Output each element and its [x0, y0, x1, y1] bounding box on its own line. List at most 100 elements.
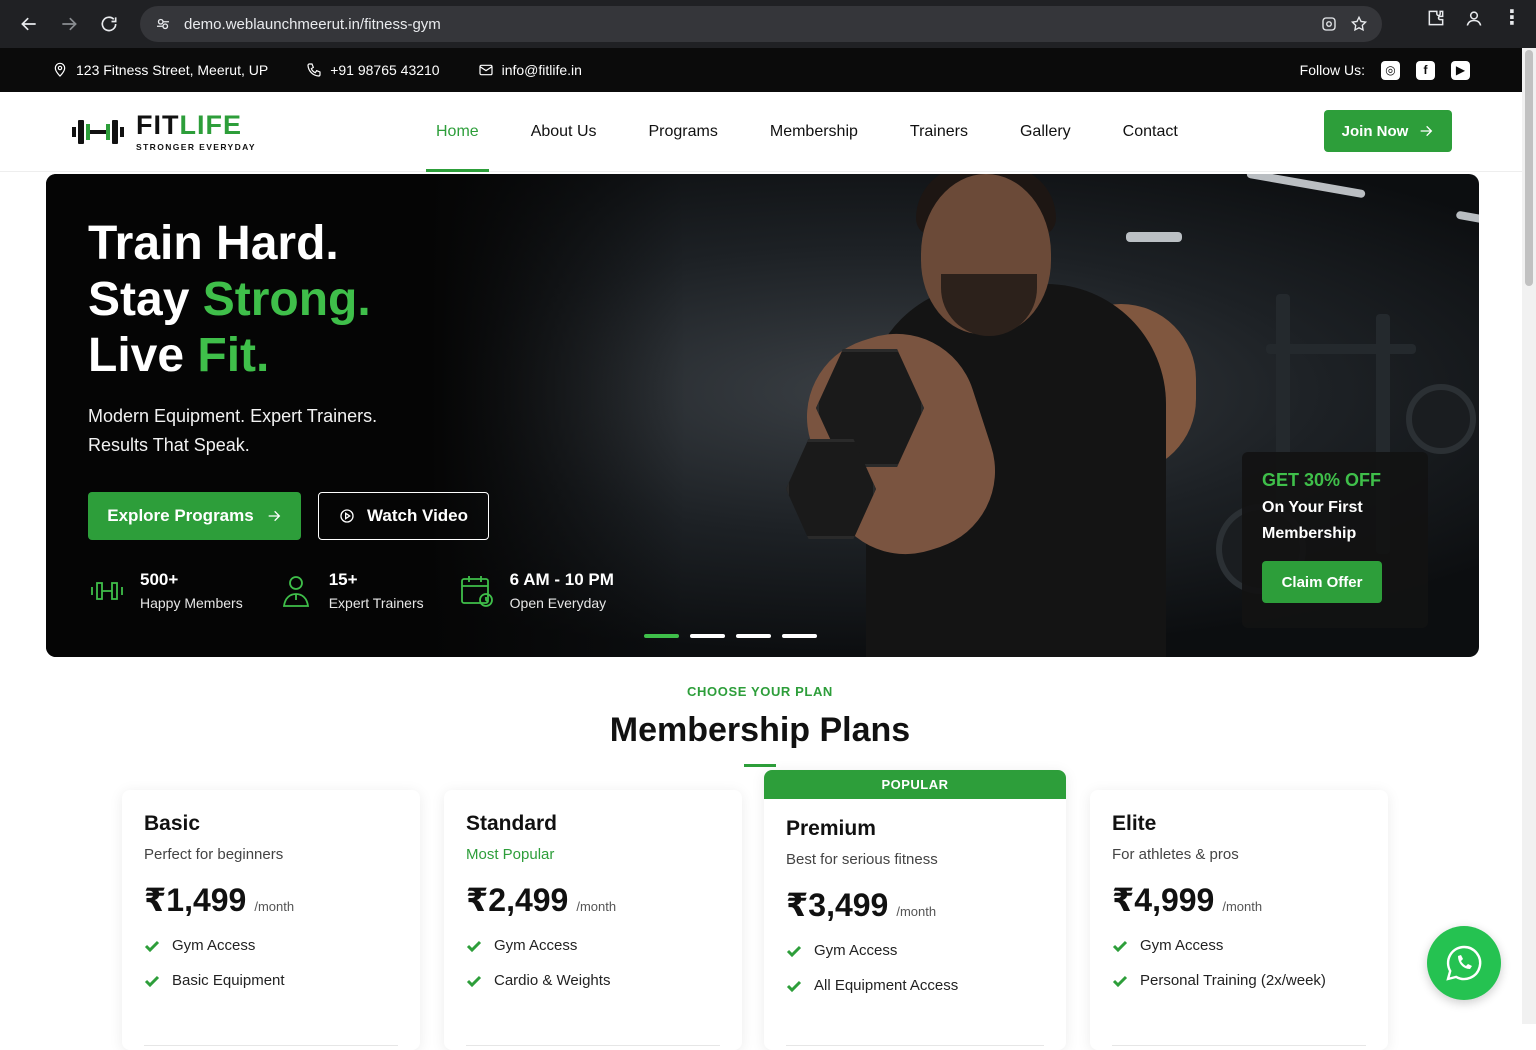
nav-about-us[interactable]: About Us	[521, 92, 607, 172]
nav-programs[interactable]: Programs	[639, 92, 728, 172]
email-text: info@fitlife.in	[501, 62, 582, 78]
phone-text: +91 98765 43210	[330, 62, 440, 78]
top-info-bar: 123 Fitness Street, Meerut, UP +91 98765…	[0, 48, 1536, 92]
offer-title: GET 30% OFF	[1262, 470, 1382, 490]
youtube-icon[interactable]: ▶	[1451, 60, 1470, 80]
feature-text: Gym Access	[172, 937, 256, 954]
logo-tagline: STRONGER EVERYDAY	[136, 141, 256, 152]
bookmark-star-icon[interactable]	[1350, 15, 1368, 33]
nav-membership[interactable]: Membership	[760, 92, 868, 172]
nav-trainers[interactable]: Trainers	[900, 92, 978, 172]
headline-line-3b: Fit.	[197, 329, 270, 382]
weight-plate	[1406, 384, 1476, 454]
site-info-icon	[157, 18, 169, 30]
slider-dot-1[interactable]	[644, 634, 679, 638]
location-pin-icon	[54, 62, 66, 77]
feature-text: Gym Access	[814, 942, 898, 959]
whatsapp-button[interactable]	[1427, 926, 1501, 1000]
join-now-button[interactable]: Join Now	[1324, 110, 1452, 152]
stat-number: 500+	[140, 570, 179, 589]
plan-card-premium[interactable]: POPULAR Premium Best for serious fitness…	[764, 770, 1066, 1050]
title-underline	[744, 764, 776, 767]
stat-label: Expert Trainers	[328, 595, 424, 611]
feature-text: Personal Training (2x/week)	[1140, 972, 1326, 989]
arrow-right-icon	[1420, 125, 1433, 137]
stat-hours: 6 AM - 10 PM Open Everyday	[458, 570, 614, 611]
phone-info[interactable]: +91 98765 43210	[306, 62, 440, 78]
reload-button[interactable]	[94, 9, 124, 39]
explore-programs-button[interactable]: Explore Programs	[88, 492, 301, 540]
check-icon	[1112, 975, 1128, 987]
plan-name: Standard	[466, 812, 558, 835]
browser-toolbar: demo.weblaunchmeerut.in/fitness-gym ⋮	[0, 0, 1536, 48]
address-text: 123 Fitness Street, Meerut, UP	[76, 62, 269, 78]
email-info[interactable]: info@fitlife.in	[478, 62, 582, 78]
profile-icon[interactable]	[1464, 8, 1484, 28]
hero-banner: Train Hard. Stay Strong. Live Fit. Moder…	[46, 174, 1479, 657]
extensions-icon[interactable]	[1426, 8, 1446, 28]
stat-number: 15+	[328, 570, 358, 589]
subline-2: Results That Speak.	[88, 435, 250, 455]
plan-feature: Personal Training (2x/week)	[1112, 972, 1366, 989]
stat-number: 6 AM - 10 PM	[509, 570, 614, 589]
browser-menu-icon[interactable]: ⋮	[1502, 8, 1522, 28]
plan-period: /month	[254, 899, 295, 914]
plan-period: /month	[896, 904, 937, 919]
trainer-icon	[282, 575, 309, 607]
slider-dot-4[interactable]	[782, 634, 817, 638]
plan-period: /month	[1222, 899, 1263, 914]
plans-title: Membership Plans	[609, 711, 911, 749]
address-bar[interactable]: demo.weblaunchmeerut.in/fitness-gym	[140, 6, 1382, 42]
calendar-clock-icon	[460, 575, 493, 607]
watch-video-label: Watch Video	[366, 506, 469, 525]
nav-home[interactable]: Home	[426, 92, 489, 172]
plan-card-basic[interactable]: Basic Perfect for beginners ₹1,499/month…	[122, 790, 420, 1050]
join-now-label: Join Now	[1341, 122, 1409, 140]
back-button[interactable]	[14, 9, 44, 39]
follow-label: Follow Us:	[1299, 62, 1365, 78]
plan-card-elite[interactable]: Elite For athletes & pros ₹4,999/month G…	[1090, 790, 1388, 1050]
social-links: ◎ f ▶	[1381, 60, 1470, 80]
logo[interactable]: FITLIFE STRONGER EVERYDAY	[70, 109, 256, 152]
explore-programs-label: Explore Programs	[107, 506, 254, 525]
claim-offer-button[interactable]: Claim Offer	[1262, 561, 1382, 603]
play-circle-icon	[340, 509, 354, 523]
plans-eyebrow: CHOOSE YOUR PLAN	[687, 684, 833, 699]
forward-button[interactable]	[54, 9, 84, 39]
hero-subline: Modern Equipment. Expert Trainers. Resul…	[88, 402, 614, 460]
plan-price: ₹1,499	[144, 882, 247, 918]
lens-icon[interactable]	[1320, 15, 1338, 33]
whatsapp-icon	[1446, 945, 1482, 981]
check-icon	[466, 940, 482, 952]
headline-line-1: Train Hard.	[88, 217, 339, 270]
gym-rack	[1266, 344, 1416, 354]
plan-card-standard[interactable]: Standard Most Popular ₹2,499/month Gym A…	[444, 790, 742, 1050]
plan-feature: Basic Equipment	[144, 972, 398, 989]
hero-stats: 500+ Happy Members 15+ Expert Trainers 6 A…	[88, 570, 614, 611]
arrow-right-icon	[62, 17, 77, 31]
arrow-left-icon	[21, 17, 36, 31]
watch-video-button[interactable]: Watch Video	[318, 492, 489, 540]
plan-desc: Perfect for beginners	[144, 846, 284, 863]
nav-gallery[interactable]: Gallery	[1010, 92, 1081, 172]
nav-contact[interactable]: Contact	[1113, 92, 1188, 172]
stat-label: Happy Members	[140, 595, 243, 611]
scrollbar-thumb[interactable]	[1525, 50, 1533, 286]
plan-feature: Cardio & Weights	[466, 972, 720, 989]
instagram-icon[interactable]: ◎	[1381, 60, 1400, 80]
feature-text: All Equipment Access	[814, 977, 959, 994]
facebook-icon[interactable]: f	[1416, 60, 1435, 80]
slider-dot-3[interactable]	[736, 634, 771, 638]
stat-members: 500+ Happy Members	[88, 570, 243, 611]
logo-life: LIFE	[179, 109, 242, 140]
headline-line-2a: Stay	[88, 273, 203, 326]
slider-dot-2[interactable]	[690, 634, 725, 638]
barbell-logo-icon	[72, 119, 124, 144]
plan-price: ₹4,999	[1112, 882, 1215, 918]
page-scrollbar[interactable]	[1522, 48, 1536, 1024]
athlete-image	[746, 174, 1226, 657]
phone-icon	[307, 63, 321, 77]
check-icon	[144, 940, 160, 952]
check-icon	[786, 945, 802, 957]
plan-price: ₹2,499	[466, 882, 569, 918]
